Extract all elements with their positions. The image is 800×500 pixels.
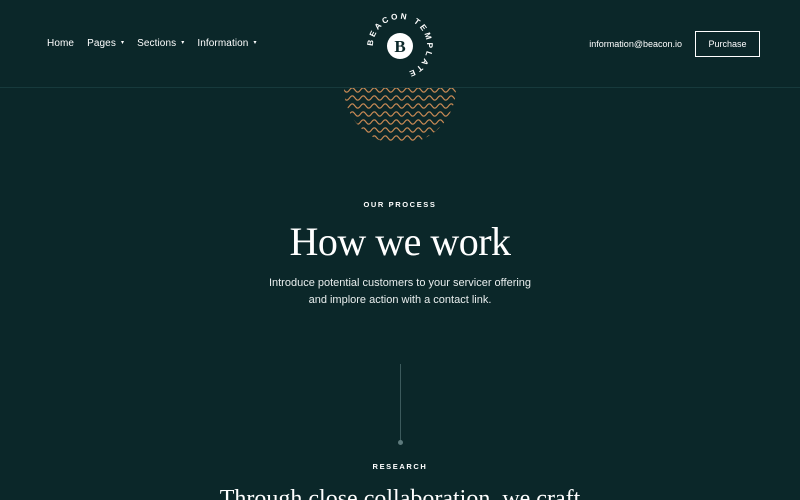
process-subtitle-line-2: and implore action with a contact link. bbox=[308, 294, 492, 306]
wave-line bbox=[344, 95, 456, 101]
nav-information[interactable]: Information ▾ bbox=[197, 38, 256, 49]
wave-line bbox=[344, 119, 456, 125]
purchase-button[interactable]: Purchase bbox=[695, 31, 760, 57]
research-heading: Through close collaboration, we craft bbox=[219, 486, 581, 500]
wave-line bbox=[344, 127, 456, 133]
nav-pages[interactable]: Pages ▾ bbox=[87, 38, 124, 49]
vertical-divider bbox=[399, 364, 401, 442]
logo-letter: B bbox=[394, 37, 405, 56]
page: Home Pages ▾ Sections ▾ Information ▾ B bbox=[0, 0, 800, 500]
nav-sections-label: Sections bbox=[137, 38, 177, 49]
wave-line bbox=[344, 88, 456, 93]
wave-line bbox=[344, 103, 456, 109]
nav-home-label: Home bbox=[47, 38, 75, 49]
main-nav: Home Pages ▾ Sections ▾ Information ▾ bbox=[47, 38, 257, 49]
nav-home[interactable]: Home bbox=[47, 38, 74, 49]
contact-email-link[interactable]: information@beacon.io bbox=[589, 39, 682, 49]
caret-down-icon: ▾ bbox=[181, 39, 185, 46]
process-subtitle: Introduce potential customers to your se… bbox=[0, 275, 800, 309]
waves-icon bbox=[344, 88, 456, 141]
nav-information-label: Information bbox=[197, 38, 249, 49]
logo-badge-icon: B BEACON TEMPLATE bbox=[366, 12, 432, 79]
research-eyebrow: RESEARCH bbox=[372, 462, 428, 471]
process-eyebrow: OUR PROCESS bbox=[363, 200, 437, 209]
caret-down-icon: ▾ bbox=[253, 39, 257, 46]
process-subtitle-line-1: Introduce potential customers to your se… bbox=[268, 277, 532, 289]
nav-sections[interactable]: Sections ▾ bbox=[137, 38, 184, 49]
nav-pages-label: Pages bbox=[87, 38, 116, 49]
process-title: How we work bbox=[289, 219, 511, 264]
beacon-logo[interactable]: B BEACON TEMPLATE bbox=[362, 8, 438, 84]
caret-down-icon: ▾ bbox=[120, 39, 125, 46]
site-header: Home Pages ▾ Sections ▾ Information ▾ B bbox=[0, 0, 800, 88]
wave-line bbox=[344, 111, 456, 117]
wave-line bbox=[344, 135, 456, 141]
waves-decoration bbox=[344, 88, 456, 146]
divider-dot bbox=[397, 440, 403, 445]
